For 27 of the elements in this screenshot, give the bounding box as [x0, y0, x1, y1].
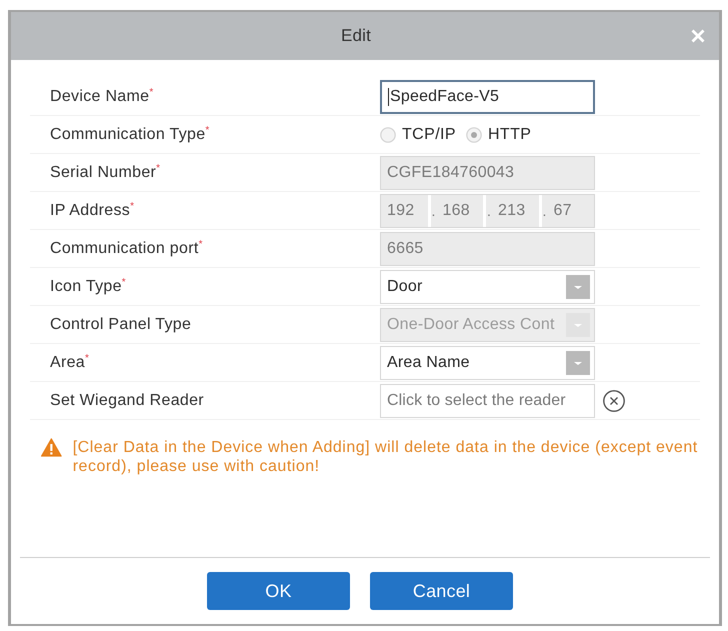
clear-icon[interactable]	[603, 390, 625, 412]
field-label: Icon Type$^{*}$	[50, 278, 126, 296]
field-label: IP Address$^{*}$	[50, 202, 134, 220]
reader-picker-field[interactable]: Click to select the reader	[380, 384, 595, 418]
close-icon[interactable]	[691, 29, 705, 43]
field-label: Serial Number$^{*}$	[50, 164, 160, 182]
field-label: Control Panel Type	[50, 316, 192, 334]
field-label: Device Name$^{*}$	[50, 88, 154, 106]
warning-message: [Clear Data in the Device when Adding] will delete data in the device (except event record), please use with caution!	[72, 438, 699, 476]
radio-icon[interactable]	[466, 126, 482, 142]
cancel-button[interactable]: Cancel	[370, 572, 513, 610]
select-field[interactable]: Area Name	[380, 346, 595, 380]
select-field[interactable]: Door	[380, 270, 595, 304]
radio-option[interactable]: TCP/IP	[380, 126, 456, 144]
field-label: Area$^{*}$	[50, 354, 90, 372]
field-label: Communication Type$^{*}$	[50, 126, 210, 144]
field-label: Communication port$^{*}$	[50, 240, 203, 258]
caret-down-icon[interactable]	[566, 274, 590, 298]
caret-down-icon[interactable]	[566, 350, 590, 374]
field-label: Set Wiegand Reader	[50, 392, 204, 410]
radio-icon[interactable]	[380, 126, 396, 142]
dialog-title: Edit	[340, 26, 372, 46]
ok-button[interactable]: OK	[207, 572, 350, 610]
ip-separator: .	[483, 194, 492, 226]
text-field[interactable]: SpeedFace-V5	[380, 80, 595, 114]
radio-option[interactable]: HTTP	[466, 126, 532, 144]
warning-icon	[41, 438, 62, 457]
